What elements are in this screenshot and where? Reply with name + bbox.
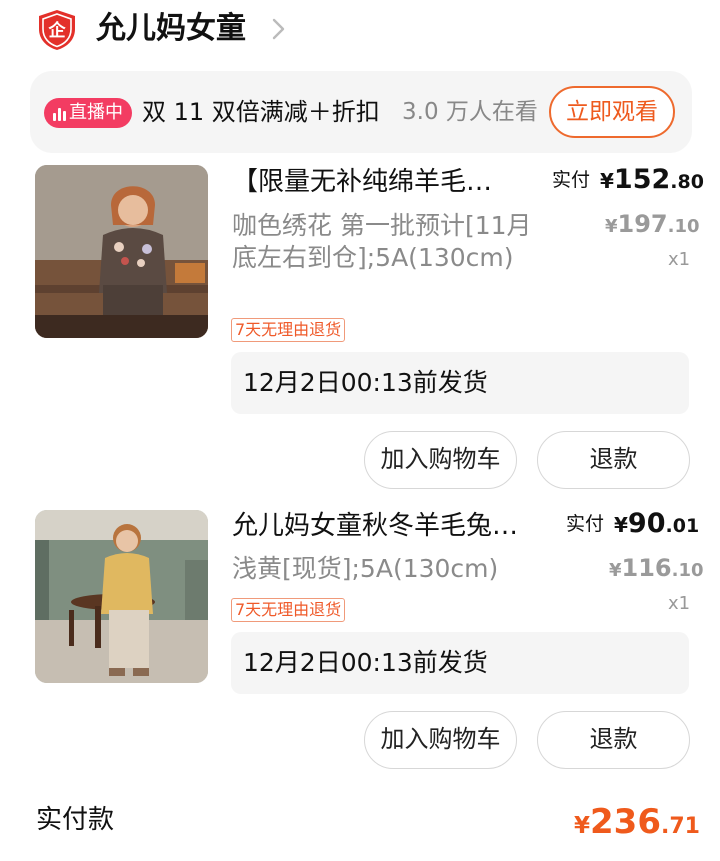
product-image[interactable] — [35, 165, 208, 338]
quantity: x1 — [668, 249, 691, 270]
total-paid-amount: ¥236.71 — [574, 802, 700, 842]
product-specs: 浅黄[现货];5A(130cm) — [232, 554, 499, 583]
add-to-cart-button[interactable]: 加入购物车 — [364, 711, 517, 769]
live-banner[interactable]: 直播中 双 11 双倍满减＋折扣 3.0 万人在看 立即观看 — [30, 71, 692, 153]
original-price: ¥197.10 — [605, 210, 700, 238]
total-paid-label: 实付款 — [36, 805, 115, 835]
shipping-text: 12月2日00:13前发货 — [243, 368, 488, 397]
shipping-info: 12月2日00:13前发货 — [231, 352, 689, 414]
product-specs: 咖色绣花 第一批预计[11月底左右到仓];5A(130cm) — [232, 211, 532, 272]
paid-label: 实付 — [566, 513, 605, 535]
product-title[interactable]: 【限量无补纯绵羊毛… — [232, 164, 492, 200]
shop-header[interactable]: 企 允儿妈女童 — [0, 0, 720, 60]
paid-price: ¥90.01 — [614, 508, 700, 539]
chevron-right-icon[interactable] — [268, 14, 290, 44]
live-badge-label: 直播中 — [69, 102, 123, 123]
shop-badge-glyph: 企 — [48, 20, 67, 41]
shipping-text: 12月2日00:13前发货 — [243, 648, 488, 677]
shop-badge-icon: 企 — [39, 10, 75, 50]
refund-button[interactable]: 退款 — [537, 711, 690, 769]
add-to-cart-button[interactable]: 加入购物车 — [364, 431, 517, 489]
original-price: ¥116.10 — [609, 554, 704, 582]
paid-label: 实付 — [552, 169, 591, 191]
shop-name[interactable]: 允儿妈女童 — [96, 11, 246, 47]
refund-button[interactable]: 退款 — [537, 431, 690, 489]
live-title: 双 11 双倍满减＋折扣 — [142, 98, 380, 126]
product-title[interactable]: 允儿妈女童秋冬羊毛兔… — [232, 508, 518, 544]
quantity: x1 — [668, 593, 691, 614]
live-bars-icon — [53, 105, 67, 121]
live-badge: 直播中 — [44, 98, 132, 128]
shipping-info: 12月2日00:13前发货 — [231, 632, 689, 694]
watch-now-button[interactable]: 立即观看 — [549, 86, 675, 138]
return-policy-tag: 7天无理由退货 — [231, 598, 346, 622]
paid-price: ¥152.80 — [600, 164, 704, 195]
return-policy-tag: 7天无理由退货 — [231, 318, 346, 342]
product-image[interactable] — [35, 510, 208, 683]
live-viewer-count: 3.0 万人在看 — [402, 99, 538, 125]
